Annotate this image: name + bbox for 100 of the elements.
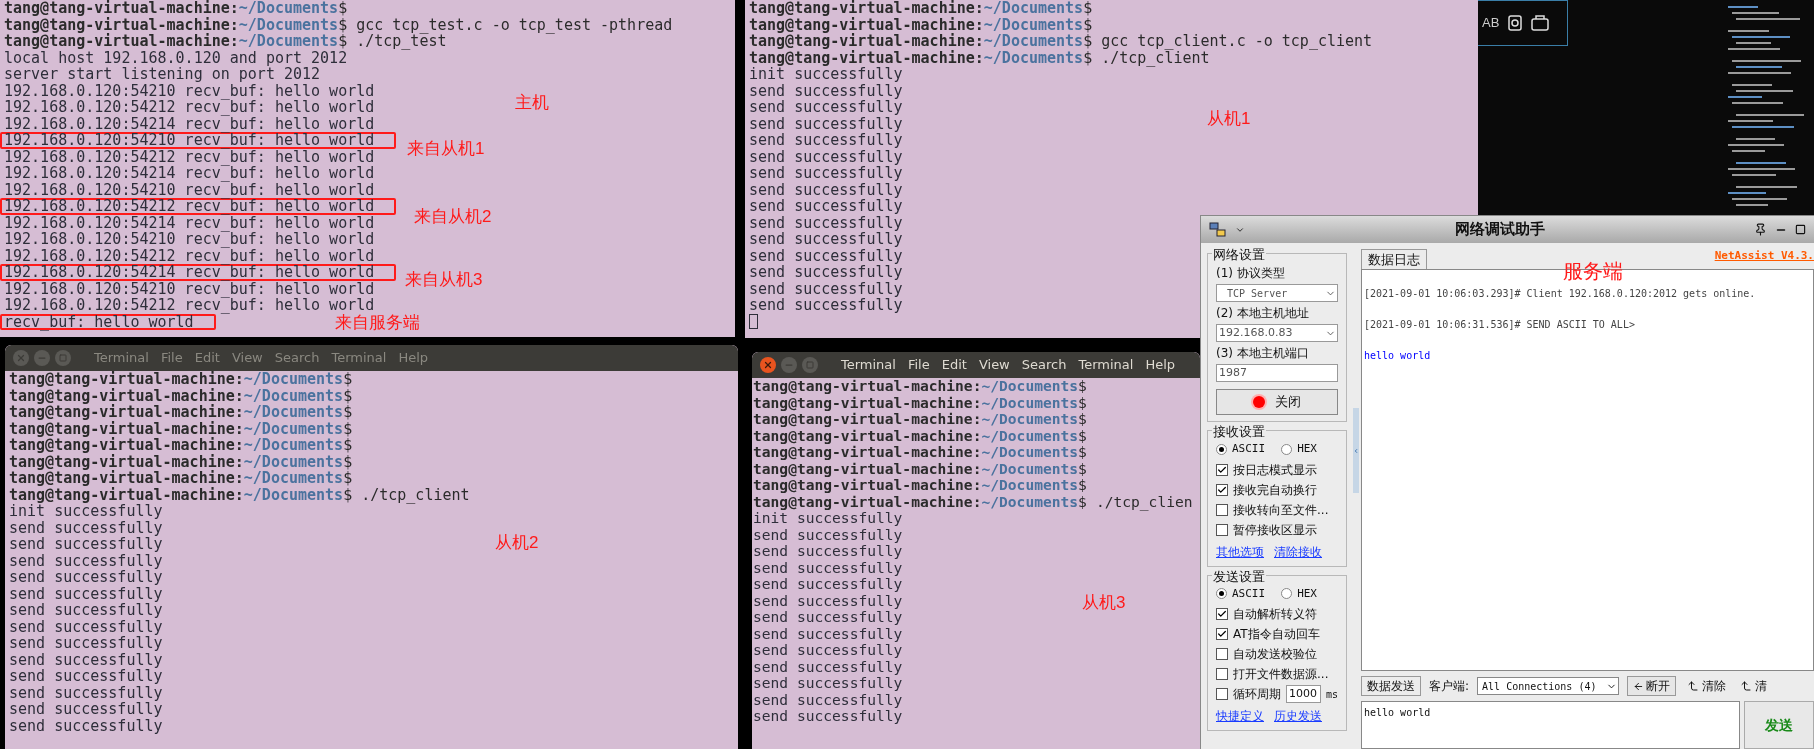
output-line: send successfully <box>9 536 163 553</box>
checkbox[interactable] <box>1216 608 1228 620</box>
prompt-user: tang@tang-virtual-machine: <box>753 459 982 477</box>
log-entry: [2021-09-01 10:06:03.293]# Client 192.168.0.120:2012 gets online. <box>1364 287 1757 301</box>
checkbox-label: 按日志模式显示 <box>1233 461 1317 479</box>
command-text: ./tcp_client <box>361 485 470 504</box>
prompt-user: tang@tang-virtual-machine: <box>753 410 982 427</box>
checkbox-label: 接收完自动换行 <box>1233 481 1317 499</box>
prompt-user: tang@tang-virtual-machine: <box>753 426 982 444</box>
send-text-area[interactable]: hello world <box>1361 701 1740 749</box>
prompt-path: ~/Documents <box>981 426 1079 444</box>
port-field[interactable]: 1987 <box>1216 364 1338 382</box>
output-line: send successfully <box>9 602 163 619</box>
prompt-sign: $ <box>343 469 353 487</box>
collapse-handle[interactable] <box>1353 408 1359 493</box>
checkbox[interactable] <box>1216 688 1228 700</box>
command-text: ./tcp_clien <box>1095 492 1193 510</box>
checkbox-label: 打开文件数据源... <box>1233 666 1329 683</box>
output-line: send successfully <box>9 569 163 586</box>
prompt-sign: $ <box>1078 443 1087 460</box>
clear-button[interactable]: 清 <box>1737 676 1771 696</box>
close-connection-button[interactable]: 关闭 <box>1216 389 1338 415</box>
output-line: 192.168.0.120:54212 recv_buf: hello world <box>4 247 375 264</box>
checkbox[interactable] <box>1216 523 1228 536</box>
prompt-path: ~/Documents <box>983 15 1084 34</box>
menu-item[interactable]: File <box>907 355 930 375</box>
prompt-sign: $ <box>1078 393 1087 411</box>
prompt-path: ~/Documents <box>981 393 1079 411</box>
annotation-label: 来自从机1 <box>407 138 485 160</box>
prompt-path: ~/Documents <box>238 15 339 34</box>
prompt-sign: $ <box>1078 492 1087 510</box>
command-text: gcc tcp_client.c -o tcp_client <box>1101 32 1373 50</box>
menu-item[interactable]: View <box>978 355 1010 375</box>
radio-button[interactable] <box>1281 443 1293 455</box>
period-field[interactable]: 1000 <box>1286 684 1321 704</box>
clear-button[interactable]: 清除 <box>1684 676 1730 696</box>
menu-item[interactable]: Terminal <box>841 355 896 375</box>
log-tab[interactable]: 数据日志 <box>1361 249 1427 269</box>
prompt-user: tang@tang-virtual-machine: <box>9 403 244 421</box>
output-line: send successfully <box>749 165 903 182</box>
output-line: send successfully <box>749 99 903 116</box>
close-icon <box>763 360 773 370</box>
prompt-path: ~/Documents <box>981 378 1079 394</box>
output-line: send successfully <box>749 148 903 165</box>
radio-button[interactable] <box>1281 588 1293 600</box>
protocol-select[interactable]: TCP Server <box>1216 284 1338 302</box>
output-line: init successfully <box>749 66 903 83</box>
log-data: hello world <box>1364 349 1432 363</box>
radio-label: HEX <box>1297 441 1317 457</box>
link[interactable]: 历史发送 <box>1274 707 1322 725</box>
app-icon[interactable] <box>1209 221 1227 238</box>
checkbox[interactable] <box>1216 483 1228 496</box>
client-select[interactable]: All Connections (4) <box>1477 677 1620 695</box>
output-line: send successfully <box>753 559 903 576</box>
prompt-path: ~/Documents <box>981 410 1079 427</box>
checkbox[interactable] <box>1216 628 1228 640</box>
field-label: (1) 协议类型 <box>1216 265 1286 282</box>
case-toggle[interactable]: AB <box>1482 13 1500 33</box>
output-line: send successfully <box>749 181 903 198</box>
output-line: send successfully <box>749 247 903 264</box>
pin-icon[interactable] <box>1754 223 1767 236</box>
client-label: 客户端: <box>1429 678 1470 695</box>
menu-item[interactable]: Search <box>1021 355 1067 375</box>
address-select[interactable]: 192.168.0.83 <box>1216 324 1338 342</box>
prompt-path: ~/Documents <box>981 443 1079 460</box>
radio-button[interactable] <box>1216 588 1227 600</box>
prompt-path: ~/Documents <box>243 419 344 438</box>
check-icon <box>1217 464 1227 475</box>
menu-item[interactable]: Edit <box>941 355 967 375</box>
prompt-user: tang@tang-virtual-machine: <box>753 393 982 411</box>
annotation-label: 服务端 <box>1563 259 1623 284</box>
output-line: 192.168.0.120:54212 recv_buf: hello world <box>4 297 375 314</box>
prompt-sign: $ <box>343 419 353 438</box>
checkbox[interactable] <box>1216 463 1228 476</box>
regex-icon[interactable] <box>1531 14 1550 32</box>
link[interactable]: 清除接收 <box>1274 542 1322 561</box>
maximize-icon[interactable] <box>1795 224 1806 235</box>
output-line: send successfully <box>9 585 163 602</box>
menu-item[interactable]: Terminal <box>1078 355 1134 375</box>
checkbox[interactable] <box>1216 668 1228 680</box>
prompt-sign: $ <box>1083 32 1093 50</box>
radio-button[interactable] <box>1216 443 1227 455</box>
close-button[interactable] <box>760 357 776 373</box>
output-line: send successfully <box>9 668 163 685</box>
output-line: send successfully <box>753 625 903 642</box>
link[interactable]: 快捷定义 <box>1216 707 1264 725</box>
menu-item[interactable]: Help <box>1145 355 1176 375</box>
disconnect-button[interactable]: 断开 <box>1627 676 1677 696</box>
word-match-icon[interactable] <box>1507 14 1524 32</box>
checkbox[interactable] <box>1216 503 1228 516</box>
arrow-left-icon <box>1633 680 1645 692</box>
prompt-user: tang@tang-virtual-machine: <box>9 469 244 487</box>
send-button[interactable]: 发送 <box>1744 701 1814 749</box>
output-line: send successfully <box>9 618 163 635</box>
checkbox[interactable] <box>1216 648 1228 660</box>
output-line: send successfully <box>753 592 903 609</box>
output-line: send successfully <box>753 526 903 543</box>
send-tab[interactable]: 数据发送 <box>1361 676 1421 696</box>
link[interactable]: 其他选项 <box>1216 542 1264 561</box>
annotation-label: 来自从机2 <box>414 206 492 228</box>
